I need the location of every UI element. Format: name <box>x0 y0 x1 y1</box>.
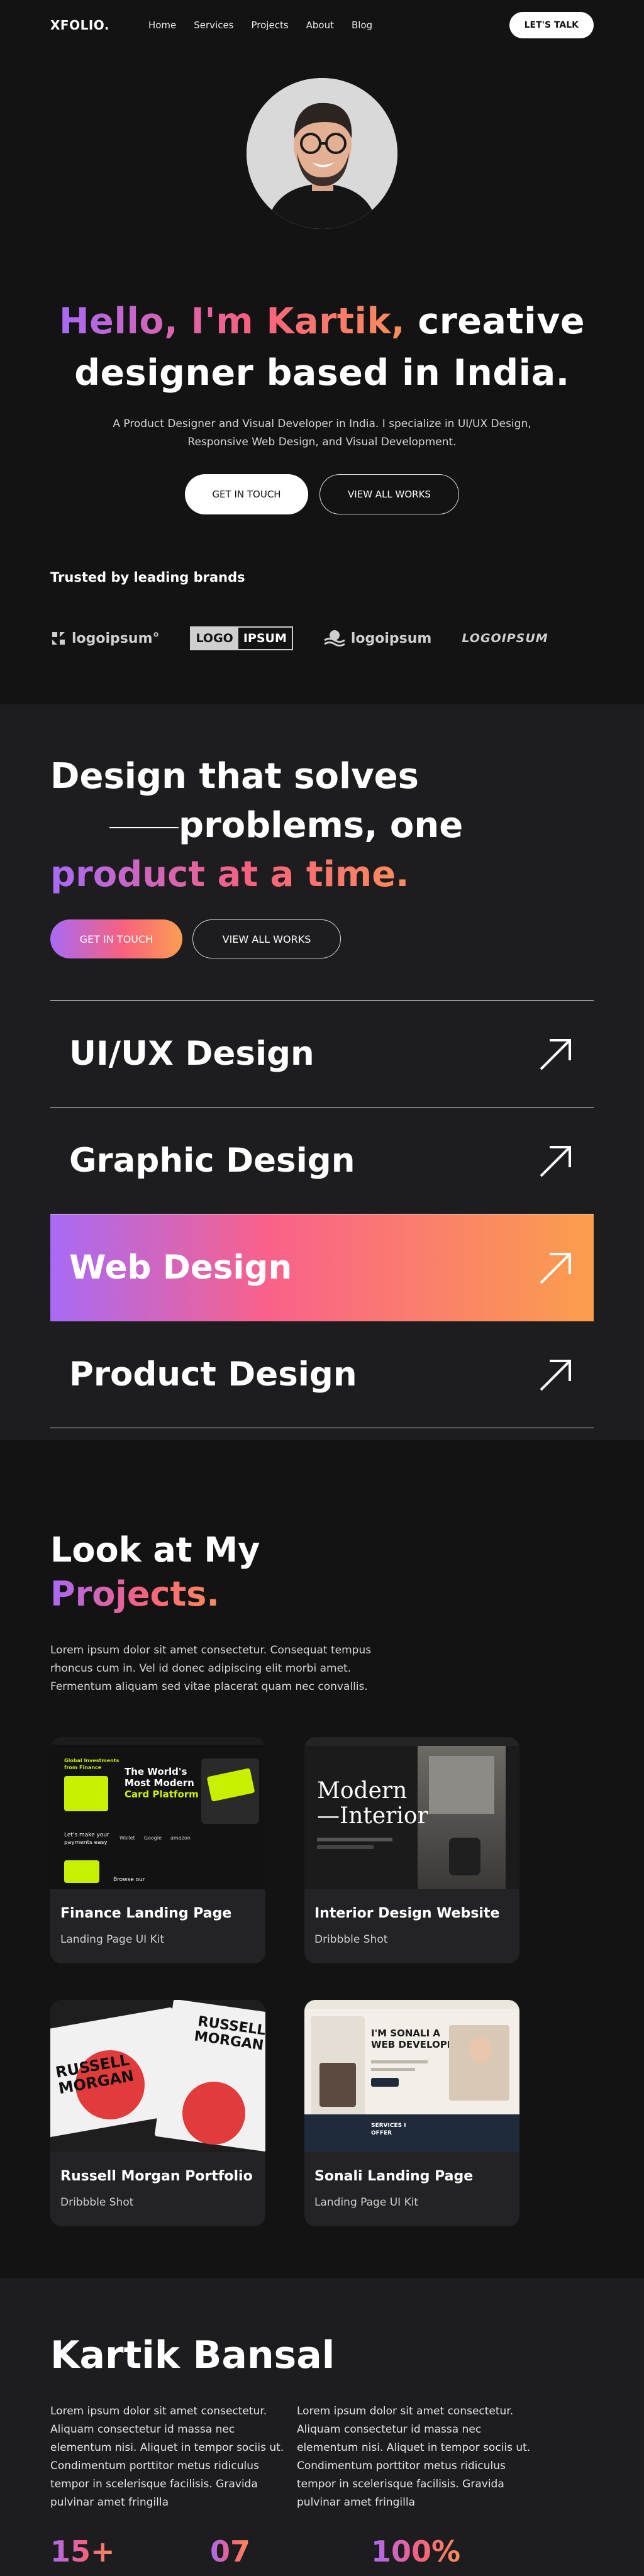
lets-talk-button[interactable]: LET'S TALK <box>509 12 594 38</box>
finance-shot-browse: Browse our <box>113 1877 145 1883</box>
sonali-shot-headline-2: WEB DEVELOPER <box>371 2039 461 2050</box>
brand-logo-1-text: logoipsum° <box>72 630 160 647</box>
service-item-graphic[interactable]: Graphic Design <box>50 1108 594 1214</box>
nav-link-projects[interactable]: Projects <box>252 19 289 31</box>
project-card-interior[interactable]: Modern —Interior Interior Design Website… <box>304 1737 519 1963</box>
project-card-subtitle: Landing Page UI Kit <box>314 2196 419 2209</box>
service-item-label: Web Design <box>69 1248 292 1287</box>
service-item-uiux[interactable]: UI/UX Design <box>50 1001 594 1108</box>
project-card-finance[interactable]: Global Investments from Finance The Worl… <box>50 1737 265 1963</box>
nav-links: Home Services Projects About Blog <box>148 19 372 31</box>
services-title-line-1: Design that solves <box>50 756 419 797</box>
services-title-rule <box>109 826 179 828</box>
hero-title-highlight: Hello, I'm Kartik, <box>58 301 406 342</box>
hero-title-rest: creative <box>405 301 586 342</box>
interior-shot-title-2: —Interior <box>317 1803 428 1829</box>
project-thumbnail: I'M SONALI A WEB DEVELOPER SERVICES I OF… <box>304 2000 519 2152</box>
hero-subtitle-line-2: Responsive Web Design, and Visual Develo… <box>187 436 457 448</box>
services-title: Design that solves problems, one product… <box>50 752 463 899</box>
finance-shot-headline-2: Most Modern <box>125 1777 194 1789</box>
project-card-russell[interactable]: RUSSELL MORGAN RUSSELL MORGAN Russell Mo… <box>50 2000 265 2226</box>
brand-logo-4: LOGOIPSUM <box>462 631 548 645</box>
trusted-heading: Trusted by leading brands <box>50 570 245 585</box>
hero-subtitle: A Product Designer and Visual Developer … <box>0 415 644 452</box>
nav-link-services[interactable]: Services <box>194 19 233 31</box>
interior-shot-title-1: Modern <box>317 1778 408 1804</box>
finance-shot-partner-1: Wallet <box>119 1835 135 1841</box>
hero-subtitle-line-1: A Product Designer and Visual Developer … <box>113 418 531 430</box>
arrow-up-right-icon <box>540 1145 571 1177</box>
wave-icon <box>324 630 345 647</box>
brand-logo-3-text: logoipsum <box>350 630 432 647</box>
project-card-subtitle: Dribbble Shot <box>314 1933 388 1946</box>
profile-avatar <box>247 78 397 229</box>
avatar-illustration <box>247 78 397 229</box>
arrow-up-right-icon <box>540 1038 571 1070</box>
hero-title-line-2: designer based in India. <box>74 352 570 394</box>
finance-shot-headline-1: The World's <box>125 1766 187 1777</box>
service-item-product[interactable]: Product Design <box>50 1321 594 1428</box>
nav-link-about[interactable]: About <box>306 19 334 31</box>
brand-logos: logoipsum° LOGO IPSUM logoipsum LOGOIPSU… <box>50 623 548 654</box>
site-logo[interactable]: XFOLIO. <box>50 18 109 33</box>
project-card-title: Finance Landing Page <box>60 1906 232 1921</box>
services-get-in-touch-button[interactable]: GET IN TOUCH <box>50 919 182 958</box>
finance-shot-sub-1: Let's make your <box>64 1832 109 1838</box>
brand-logo-1: logoipsum° <box>50 630 160 647</box>
project-card-subtitle: Dribbble Shot <box>60 2196 134 2209</box>
hero-buttons: GET IN TOUCH VIEW ALL WORKS <box>0 474 644 514</box>
about-title: Kartik Bansal <box>50 2333 335 2377</box>
get-in-touch-button[interactable]: GET IN TOUCH <box>185 474 308 514</box>
top-nav: XFOLIO. Home Services Projects About Blo… <box>50 12 594 38</box>
services-view-all-works-button[interactable]: VIEW ALL WORKS <box>192 919 341 958</box>
projects-description: Lorem ipsum dolor sit amet consectetur. … <box>50 1644 372 1693</box>
about-paragraph-1: Lorem ipsum dolor sit amet consectetur. … <box>50 2405 284 2509</box>
hero-title: Hello, I'm Kartik, creative designer bas… <box>0 296 644 399</box>
project-thumbnail: Global Investments from Finance The Worl… <box>50 1737 265 1889</box>
brand-logo-3: logoipsum <box>323 629 432 648</box>
arrow-up-right-icon <box>540 1359 571 1391</box>
service-item-label: UI/UX Design <box>69 1035 314 1073</box>
project-card-subtitle: Landing Page UI Kit <box>60 1933 165 1946</box>
sonali-shot-services-1: SERVICES I <box>371 2123 406 2129</box>
about-paragraph-2: Lorem ipsum dolor sit amet consectetur. … <box>297 2405 531 2509</box>
service-item-label: Product Design <box>69 1355 357 1394</box>
view-all-works-button[interactable]: VIEW ALL WORKS <box>319 474 459 514</box>
finance-shot-headline-3: Card Platform <box>125 1789 199 1800</box>
stat-satisfaction: 100% <box>371 2534 461 2568</box>
nav-link-home[interactable]: Home <box>148 19 176 31</box>
nav-link-blog[interactable]: Blog <box>352 19 372 31</box>
services-title-line-2: problems, one <box>179 805 464 846</box>
finance-shot-partner-3: amazon <box>170 1835 191 1841</box>
project-card-title: Sonali Landing Page <box>314 2168 474 2184</box>
finance-shot-tag-2: from Finance <box>64 1765 102 1770</box>
brand-mark-icon <box>52 632 65 645</box>
service-item-web[interactable]: Web Design <box>50 1214 594 1321</box>
services-buttons: GET IN TOUCH VIEW ALL WORKS <box>50 919 341 958</box>
sonali-shot-services-2: OFFER <box>371 2130 392 2136</box>
arrow-up-right-icon <box>540 1252 571 1284</box>
projects-title: Look at My Projects. <box>50 1528 260 1616</box>
project-card-sonali[interactable]: I'M SONALI A WEB DEVELOPER SERVICES I OF… <box>304 2000 519 2226</box>
finance-shot-tag-1: Global Investments <box>64 1758 119 1763</box>
projects-title-line-2: Projects. <box>50 1574 219 1614</box>
services-title-line-3: product at a time. <box>50 854 409 895</box>
brand-logo-4-text: LOGOIPSUM <box>462 631 548 645</box>
stat-projects: 07 <box>210 2534 251 2568</box>
brand-logo-2: LOGO IPSUM <box>189 626 293 650</box>
brand-logo-2-left: LOGO <box>191 628 238 649</box>
project-card-title: Russell Morgan Portfolio <box>60 2168 253 2184</box>
projects-title-line-1: Look at My <box>50 1530 260 1570</box>
finance-shot-partner-2: Google <box>143 1835 162 1841</box>
project-thumbnail: Modern —Interior <box>304 1737 519 1889</box>
sonali-shot-headline-1: I'M SONALI A <box>371 2028 441 2039</box>
brand-logo-2-right: IPSUM <box>243 631 287 645</box>
stat-experience: 15+ <box>50 2534 115 2568</box>
finance-shot-sub-2: payments easy <box>64 1840 108 1846</box>
service-item-label: Graphic Design <box>69 1141 355 1180</box>
services-list: UI/UX Design Graphic Design Web Design P… <box>50 1000 594 1428</box>
project-thumbnail: RUSSELL MORGAN RUSSELL MORGAN <box>50 2000 265 2152</box>
project-card-title: Interior Design Website <box>314 1906 500 1921</box>
